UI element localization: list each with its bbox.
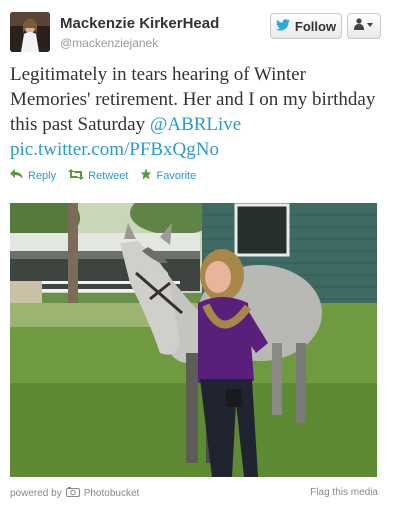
favorite-button[interactable]: Favorite [140,168,196,183]
powered-by-label: powered by [10,488,62,499]
tweet-actions: Reply Retweet Favorite [10,168,196,183]
mention-link[interactable]: @ABRLive [150,114,241,135]
reply-label: Reply [28,169,57,182]
profile-handle[interactable]: @mackenziejanek [60,36,158,50]
star-icon [140,168,152,183]
tweet-photo[interactable] [10,203,377,477]
user-actions-button[interactable] [347,13,381,39]
follow-button[interactable]: Follow [270,13,342,39]
tweet-text: Legitimately in tears hearing of Winter … [10,62,388,162]
camera-icon [65,487,80,500]
profile-name[interactable]: Mackenzie KirkerHead [60,15,219,32]
retweet-label: Retweet [88,169,129,182]
retweet-icon [68,168,85,183]
reply-button[interactable]: Reply [10,169,56,182]
powered-by: powered by Photobucket [10,487,139,500]
favorite-label: Favorite [156,169,197,182]
follow-label: Follow [294,18,337,34]
user-icon [354,17,374,35]
photobucket-link[interactable]: Photobucket [84,488,140,499]
twitter-bird-icon [275,18,290,34]
pic-link[interactable]: pic.twitter.com/PFBxQgNo [10,139,219,160]
flag-media-link[interactable]: Flag this media [310,487,378,498]
retweet-button[interactable]: Retweet [68,168,129,183]
chevron-down-icon [367,23,373,27]
reply-icon [10,169,24,182]
avatar[interactable] [10,12,50,52]
